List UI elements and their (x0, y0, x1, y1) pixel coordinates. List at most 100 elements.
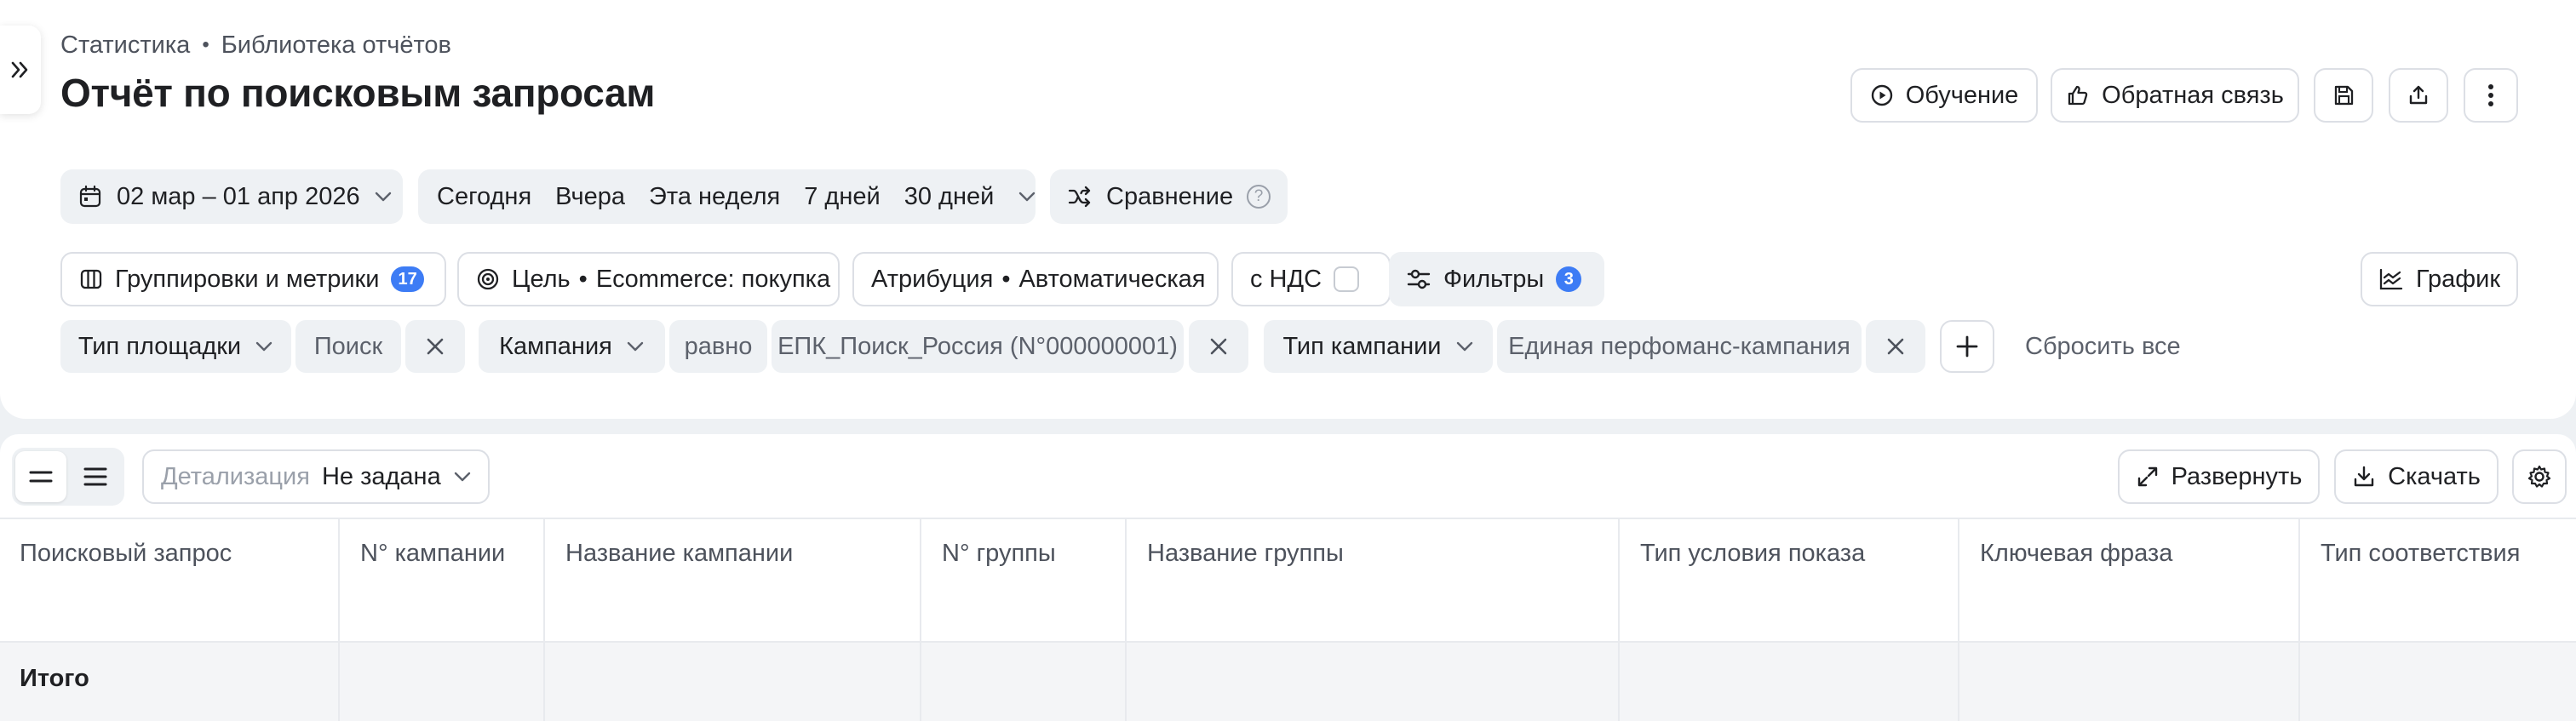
date-range-value: 02 мар – 01 апр 2026 (117, 182, 360, 210)
double-chevron-right-icon (10, 60, 31, 79)
view-density-toggle (12, 448, 124, 506)
groupings-count-badge: 17 (391, 266, 424, 292)
total-cell-divider (920, 643, 921, 721)
comparison-label: Сравнение (1106, 182, 1234, 210)
chevron-down-icon (374, 191, 393, 203)
filter-3-field: Тип кампании (1282, 332, 1442, 360)
chevron-down-icon (1455, 340, 1474, 352)
filter-1-remove-button[interactable] (405, 320, 465, 373)
calendar-icon (77, 184, 103, 209)
chevron-down-icon (1018, 191, 1036, 203)
column-header-group-id[interactable]: N° группы (920, 519, 1125, 643)
learning-label: Обучение (1905, 81, 2019, 109)
total-label: Итого (20, 665, 89, 692)
filters-label: Фильтры (1443, 265, 1545, 293)
goal-label: Цель (512, 265, 571, 293)
attribution-separator: • (1001, 265, 1011, 293)
attribution-selector[interactable]: Атрибуция • Автоматическая (852, 252, 1219, 306)
chevron-down-icon (626, 340, 645, 352)
filters-button[interactable]: Фильтры 3 (1389, 252, 1604, 306)
preset-this-week[interactable]: Эта неделя (637, 169, 792, 224)
filter-1-value-chip[interactable]: Поиск (295, 320, 401, 373)
preset-yesterday[interactable]: Вчера (543, 169, 637, 224)
goal-selector[interactable]: Цель • Ecommerce: покупка (457, 252, 840, 306)
expand-table-button[interactable]: Развернуть (2118, 449, 2320, 504)
column-header-group-name[interactable]: Название группы (1125, 519, 1618, 643)
compact-rows-icon (29, 468, 53, 485)
download-label: Скачать (2388, 462, 2481, 490)
groupings-metrics-button[interactable]: Группировки и метрики 17 (60, 252, 446, 306)
more-menu-button[interactable] (2464, 68, 2518, 123)
total-cell-divider (2298, 643, 2300, 721)
column-header-campaign-name[interactable]: Название кампании (543, 519, 920, 643)
filter-2-field: Кампания (499, 332, 612, 360)
shuffle-icon (1067, 185, 1093, 209)
close-icon (1886, 337, 1905, 356)
period-presets: Сегодня Вчера Эта неделя 7 дней 30 дней (418, 169, 1036, 224)
plus-icon (1954, 334, 1980, 359)
groupings-label: Группировки и метрики (115, 265, 380, 293)
expand-arrows-icon (2136, 465, 2160, 489)
share-upload-icon (2407, 84, 2430, 106)
vat-checkbox[interactable] (1334, 266, 1360, 292)
total-cell-divider (1618, 643, 1620, 721)
chevron-down-icon (453, 471, 472, 483)
filter-2-remove-button[interactable] (1189, 320, 1248, 373)
table-header-row: Поисковый запрос N° кампании Название ка… (0, 518, 2576, 643)
share-button[interactable] (2389, 68, 2448, 123)
download-button[interactable]: Скачать (2334, 449, 2499, 504)
filter-3-remove-button[interactable] (1866, 320, 1925, 373)
list-rows-icon (83, 466, 107, 487)
preset-7-days[interactable]: 7 дней (792, 169, 892, 224)
column-header-search-query[interactable]: Поисковый запрос (0, 519, 338, 643)
filter-1-field: Тип площадки (77, 332, 242, 360)
feedback-label: Обратная связь (2102, 81, 2284, 109)
breadcrumb-separator: • (202, 33, 209, 56)
help-circle-icon[interactable]: ? (1247, 185, 1271, 209)
table-settings-button[interactable] (2512, 449, 2567, 504)
chart-lines-icon (2378, 267, 2404, 291)
total-cell-divider (543, 643, 545, 721)
breadcrumb-root[interactable]: Статистика (60, 31, 190, 60)
column-header-match-type[interactable]: Тип соответствия (2298, 519, 2576, 643)
sidebar-expand-button[interactable] (0, 26, 41, 114)
breadcrumb-current[interactable]: Библиотека отчётов (221, 31, 451, 60)
filter-2-operator-select[interactable]: равно (669, 320, 767, 373)
add-filter-button[interactable] (1940, 320, 1994, 373)
attribution-value: Автоматическая (1018, 265, 1206, 293)
filter-3-field-select[interactable]: Тип кампании (1264, 320, 1493, 373)
thumbs-up-icon (2066, 83, 2090, 107)
total-cell-divider (338, 643, 340, 721)
more-vertical-icon (2487, 83, 2494, 107)
chart-toggle-button[interactable]: График (2361, 252, 2518, 306)
column-header-display-condition-type[interactable]: Тип условия показа (1618, 519, 1958, 643)
column-header-campaign-id[interactable]: N° кампании (338, 519, 543, 643)
save-icon (2332, 84, 2355, 106)
filter-2-field-select[interactable]: Кампания (479, 320, 665, 373)
goal-separator: • (578, 265, 588, 293)
save-report-button[interactable] (2314, 68, 2373, 123)
vat-toggle[interactable]: с НДС (1231, 252, 1391, 306)
filter-1-value: Поиск (313, 332, 383, 360)
filter-3-value-chip[interactable]: Единая перфоманс-кампания (1497, 320, 1862, 373)
view-compact-button[interactable] (15, 451, 66, 502)
total-cell-divider (1125, 643, 1127, 721)
filter-2-value-chip[interactable]: ЕПК_Поиск_Россия (N°000000001) (772, 320, 1184, 373)
preset-30-days[interactable]: 30 дней (892, 169, 1007, 224)
learning-button[interactable]: Обучение (1850, 68, 2038, 123)
filter-2-value: ЕПК_Поиск_Россия (N°000000001) (777, 332, 1178, 360)
reset-all-filters-link[interactable]: Сбросить все (2025, 320, 2181, 373)
detail-level-select[interactable]: Детализация Не задана (142, 449, 490, 504)
date-range-picker[interactable]: 02 мар – 01 апр 2026 (60, 169, 403, 224)
feedback-button[interactable]: Обратная связь (2051, 68, 2299, 123)
presets-more-button[interactable] (1006, 169, 1048, 224)
filter-2-operator: равно (684, 332, 753, 360)
expand-label: Развернуть (2171, 462, 2303, 490)
preset-today[interactable]: Сегодня (425, 169, 543, 224)
chevron-down-icon (255, 340, 273, 352)
column-header-keyword[interactable]: Ключевая фраза (1958, 519, 2298, 643)
view-comfortable-button[interactable] (70, 451, 121, 502)
filter-1-field-select[interactable]: Тип площадки (60, 320, 291, 373)
comparison-toggle[interactable]: Сравнение ? (1050, 169, 1288, 224)
sliders-icon (1406, 267, 1431, 291)
